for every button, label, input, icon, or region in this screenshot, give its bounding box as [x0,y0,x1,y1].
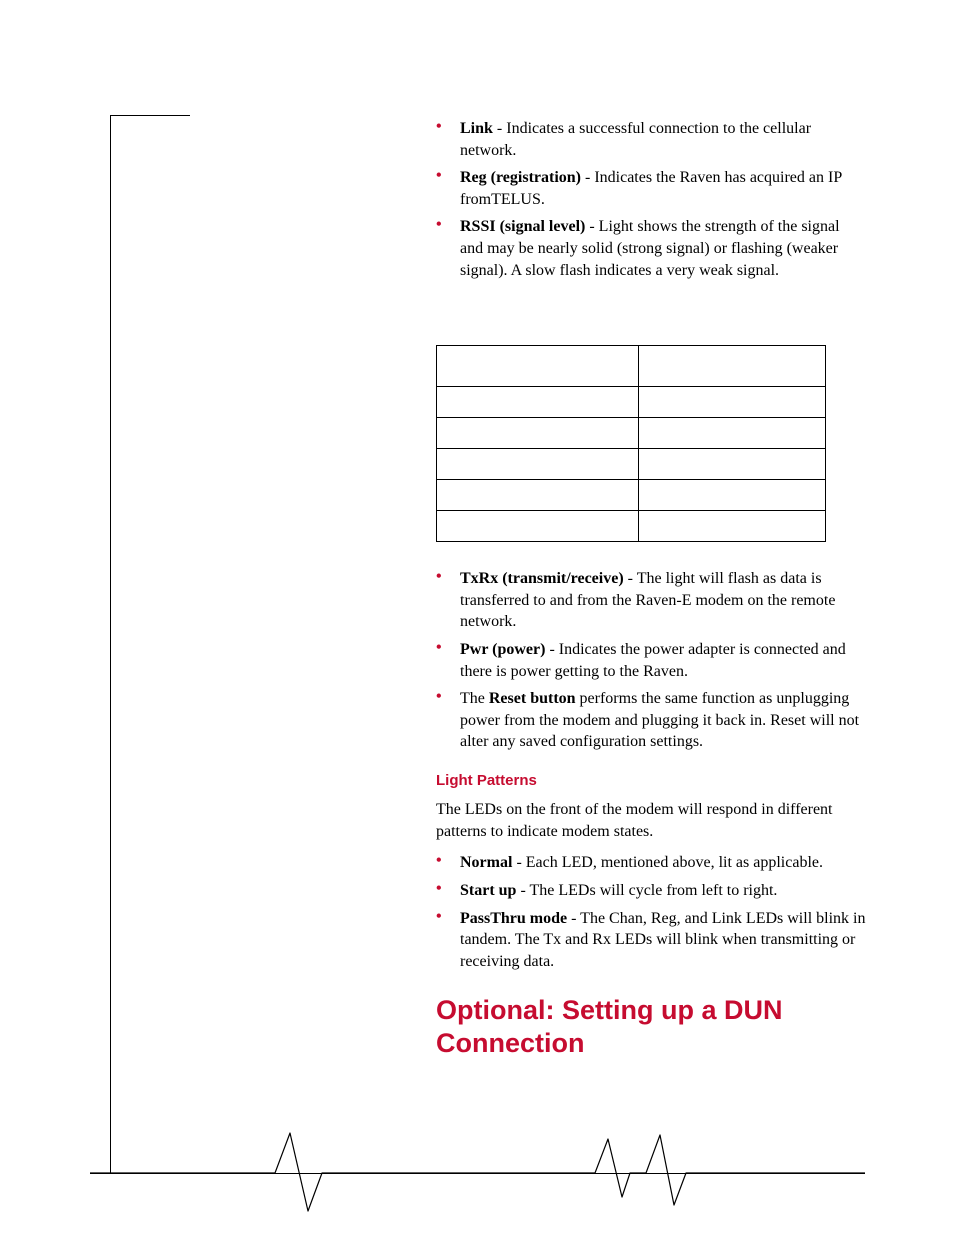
list-item: Pwr (power) - Indicates the power adapte… [436,639,866,682]
bullet-sep: - [545,641,558,658]
list-item: Link - Indicates a successful connection… [436,118,866,161]
bullet-term: Link [460,120,493,137]
table-header-row [437,346,826,387]
bullet-term: TxRx (transmit/receive) [460,570,624,587]
list-item: PassThru mode - The Chan, Reg, and Link … [436,908,866,973]
frame-vertical-line [110,115,111,1173]
bullet-prefix: The [460,690,489,707]
table-cell [437,449,639,480]
table-row [437,480,826,511]
bullet-term: Pwr (power) [460,641,545,658]
bullet-sep: - [516,882,529,899]
bullet-term: Normal [460,854,512,871]
main-content: Link - Indicates a successful connection… [436,118,866,1059]
rssi-table [436,345,826,542]
table-row [437,418,826,449]
table-header-cell [639,346,826,387]
list-item: The Reset button performs the same funct… [436,688,866,753]
bullet-text: Each LED, mentioned above, lit as applic… [526,854,823,871]
frame-bottom-line [90,1173,865,1174]
list-item: Reg (registration) - Indicates the Raven… [436,167,866,210]
indicator-bullet-list-top: Link - Indicates a successful connection… [436,118,866,281]
bullet-term: PassThru mode [460,910,567,927]
spacer [436,556,866,568]
table-cell [639,480,826,511]
bullet-text: Indicates a successful connection to the… [460,120,811,159]
list-item: RSSI (signal level) - Light shows the st… [436,216,866,281]
table-cell [639,511,826,542]
bullet-term: Reset button [489,690,576,707]
list-item: Start up - The LEDs will cycle from left… [436,880,866,902]
table-row [437,511,826,542]
bullet-term: Start up [460,882,516,899]
spacer [436,287,866,345]
bullet-sep: - [624,570,637,587]
bullet-sep: - [512,854,525,871]
table-cell [639,418,826,449]
table-cell [437,387,639,418]
table-header-cell [437,346,639,387]
table-cell [639,387,826,418]
heading-dun-connection: Optional: Setting up a DUN Connection [436,994,866,1059]
bullet-sep: - [493,120,506,137]
table-row [437,387,826,418]
list-item: Normal - Each LED, mentioned above, lit … [436,852,866,874]
table-cell [437,511,639,542]
intro-paragraph: The LEDs on the front of the modem will … [436,799,866,842]
pattern-bullet-list: Normal - Each LED, mentioned above, lit … [436,852,866,972]
frame-top-stub [110,115,190,116]
bullet-sep: - [581,169,594,186]
table-cell [437,418,639,449]
bullet-sep: - [585,218,598,235]
subheading-light-patterns: Light Patterns [436,771,866,791]
table-cell [639,449,826,480]
bullet-text: The LEDs will cycle from left to right. [530,882,778,899]
list-item: TxRx (transmit/receive) - The light will… [436,568,866,633]
bullet-term: Reg (registration) [460,169,581,186]
bullet-term: RSSI (signal level) [460,218,585,235]
table-row [437,449,826,480]
table-cell [437,480,639,511]
spacer [436,542,866,556]
document-page: Link - Indicates a successful connection… [0,0,954,1235]
indicator-bullet-list-mid: TxRx (transmit/receive) - The light will… [436,568,866,753]
bullet-sep: - [567,910,580,927]
